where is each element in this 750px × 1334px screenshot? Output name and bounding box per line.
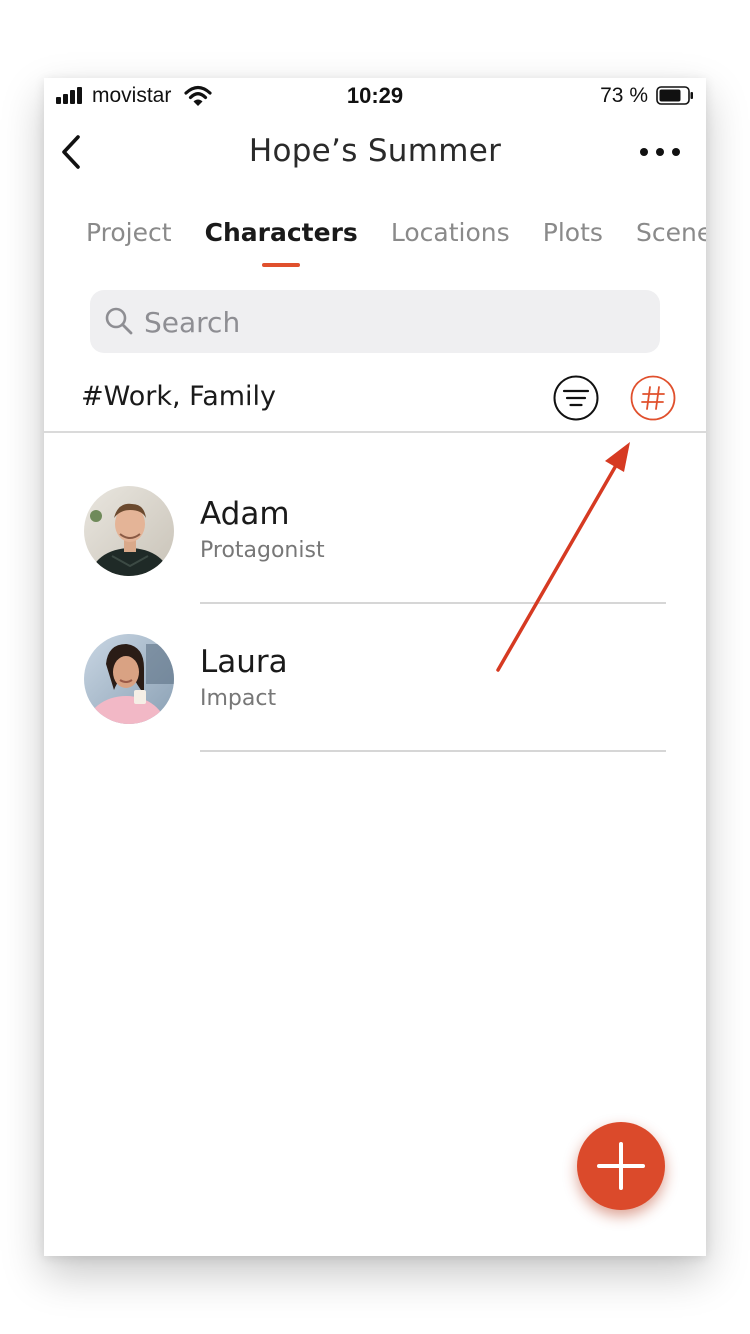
add-character-button[interactable]: [577, 1122, 665, 1210]
character-role: Protagonist: [200, 538, 325, 563]
row-divider: [200, 602, 666, 604]
filter-divider: [44, 431, 706, 433]
status-bar: movistar 10:29 73 %: [44, 78, 706, 114]
active-tags-label: #Work, Family: [81, 381, 277, 412]
section-tabs: Project Characters Locations Plots Scene…: [86, 218, 706, 267]
battery-percentage: 73 %: [600, 84, 648, 107]
avatar: [84, 634, 174, 724]
filter-icon[interactable]: [553, 375, 599, 421]
page-title: Hope’s Summer: [248, 133, 502, 169]
avatar: [84, 486, 174, 576]
character-role: Impact: [200, 686, 277, 711]
character-row-laura[interactable]: Laura Impact: [44, 618, 706, 766]
battery-icon: [656, 86, 693, 105]
tab-scenes[interactable]: Scenes: [636, 218, 706, 247]
more-options-icon[interactable]: [638, 138, 682, 166]
tab-locations[interactable]: Locations: [391, 218, 510, 247]
tab-plots[interactable]: Plots: [543, 218, 603, 247]
tab-project[interactable]: Project: [86, 218, 172, 247]
character-name: Adam: [200, 496, 290, 532]
row-divider: [200, 750, 666, 752]
phone-screen: movistar 10:29 73 % Hope’s Summer Projec…: [44, 78, 706, 1256]
character-name: Laura: [200, 644, 288, 680]
plus-icon: [597, 1142, 645, 1190]
search-icon: [105, 307, 133, 335]
hashtag-icon[interactable]: [630, 375, 676, 421]
tab-characters[interactable]: Characters: [205, 218, 358, 267]
character-row-adam[interactable]: Adam Protagonist: [44, 470, 706, 618]
search-bar: [90, 290, 660, 353]
search-input[interactable]: [142, 300, 646, 344]
